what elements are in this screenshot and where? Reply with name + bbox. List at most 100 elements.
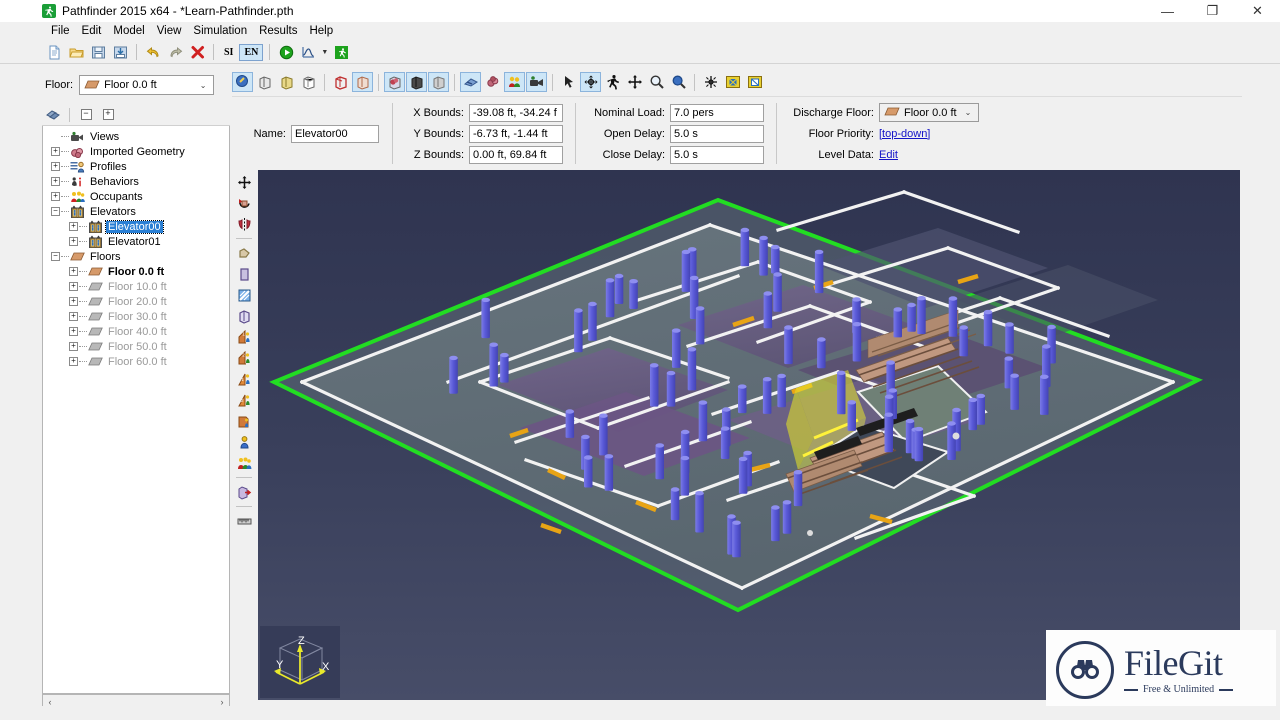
tree-node-profiles[interactable]: + Profiles bbox=[43, 159, 229, 174]
tree-node-elevator01[interactable]: + Elevator01 bbox=[43, 234, 229, 249]
add-occupant-group-icon[interactable] bbox=[234, 453, 254, 473]
scroll-right-icon[interactable]: › bbox=[215, 697, 229, 707]
measure-tool-icon[interactable] bbox=[234, 511, 254, 531]
nominal-load-input[interactable]: 7.0 pers bbox=[670, 103, 764, 122]
show-navmesh-icon[interactable] bbox=[406, 72, 427, 92]
menu-edit[interactable]: Edit bbox=[76, 24, 108, 38]
tree-expander-toggle[interactable]: + bbox=[51, 192, 60, 201]
tree-node-imported-geometry[interactable]: + Imported Geometry bbox=[43, 144, 229, 159]
draw-polygon-icon[interactable] bbox=[234, 243, 254, 263]
zoom-tool-icon[interactable] bbox=[646, 72, 667, 92]
results-3d-icon[interactable] bbox=[331, 43, 351, 62]
open-folder-icon[interactable] bbox=[66, 43, 86, 62]
tree-expander-toggle[interactable]: + bbox=[69, 267, 78, 276]
chevron-down-icon[interactable]: ⌄ bbox=[195, 81, 211, 90]
reset-view-icon[interactable] bbox=[700, 72, 721, 92]
tree-expander-toggle[interactable]: − bbox=[51, 207, 60, 216]
add-ramp-1-icon[interactable]: 1 bbox=[234, 369, 254, 389]
chevron-down-icon[interactable]: ⌄ bbox=[960, 108, 976, 117]
name-input[interactable]: Elevator00 bbox=[291, 124, 379, 143]
tree-node-elevators[interactable]: − Elevators bbox=[43, 204, 229, 219]
mirror-tool-icon[interactable] bbox=[234, 214, 254, 234]
tree-node-behaviors[interactable]: + Behaviors bbox=[43, 174, 229, 189]
menu-simulation[interactable]: Simulation bbox=[187, 24, 253, 38]
new-file-icon[interactable] bbox=[44, 43, 64, 62]
pan-tool-icon[interactable] bbox=[624, 72, 645, 92]
walk-tool-icon[interactable] bbox=[602, 72, 623, 92]
floor-selector-combo[interactable]: Floor 0.0 ft ⌄ bbox=[79, 75, 215, 95]
show-floor-icon[interactable] bbox=[428, 72, 449, 92]
tree-node-occupants[interactable]: + Occupants bbox=[43, 189, 229, 204]
tree-node-floor-40-0-ft[interactable]: + Floor 40.0 ft bbox=[43, 324, 229, 339]
tree-node-floor-10-0-ft[interactable]: + Floor 10.0 ft bbox=[43, 279, 229, 294]
tree-node-elevator00[interactable]: + Elevator00 bbox=[43, 219, 229, 234]
tree-expander-toggle[interactable]: + bbox=[51, 162, 60, 171]
show-geometry-icon[interactable] bbox=[254, 72, 275, 92]
menu-model[interactable]: Model bbox=[107, 24, 150, 38]
menu-help[interactable]: Help bbox=[303, 24, 339, 38]
restore-button[interactable]: ❐ bbox=[1190, 0, 1235, 22]
fit-selection-icon[interactable] bbox=[744, 72, 765, 92]
menu-file[interactable]: File bbox=[45, 24, 76, 38]
tree-expander-toggle[interactable]: + bbox=[51, 147, 60, 156]
zoom-region-tool-icon[interactable] bbox=[668, 72, 689, 92]
floor-priority-link[interactable]: [top-down] bbox=[879, 128, 930, 140]
x-bounds-input[interactable]: -39.08 ft, -34.24 f bbox=[469, 103, 563, 122]
rotate-tool-icon[interactable] bbox=[234, 193, 254, 213]
draw-rectangle-icon[interactable] bbox=[234, 264, 254, 284]
tree-expander-toggle[interactable]: + bbox=[69, 282, 78, 291]
show-occupants-icon[interactable] bbox=[504, 72, 525, 92]
show-edges-icon[interactable] bbox=[330, 72, 351, 92]
add-occupant-icon[interactable] bbox=[234, 432, 254, 452]
show-faces-icon[interactable] bbox=[352, 72, 373, 92]
si-units-button[interactable]: SI bbox=[220, 45, 237, 60]
english-units-button[interactable]: EN bbox=[239, 43, 264, 61]
tree-expander-toggle[interactable]: + bbox=[69, 357, 78, 366]
add-ramp-2-icon[interactable]: 2 bbox=[234, 390, 254, 410]
tree-expander-toggle[interactable]: + bbox=[69, 342, 78, 351]
tree-expander-toggle[interactable]: + bbox=[69, 222, 78, 231]
save-icon[interactable] bbox=[88, 43, 108, 62]
show-obstructions-icon[interactable] bbox=[384, 72, 405, 92]
navigator-icon[interactable] bbox=[42, 105, 64, 125]
tree-expander-toggle[interactable]: − bbox=[51, 252, 60, 261]
tree-node-floor-30-0-ft[interactable]: + Floor 30.0 ft bbox=[43, 309, 229, 324]
tree-node-floor-60-0-ft[interactable]: + Floor 60.0 ft bbox=[43, 354, 229, 369]
tree-expander-toggle[interactable]: + bbox=[69, 312, 78, 321]
redo-icon[interactable] bbox=[165, 43, 185, 62]
pointer-tool-icon[interactable] bbox=[558, 72, 579, 92]
show-views-icon[interactable] bbox=[526, 72, 547, 92]
y-bounds-input[interactable]: -6.73 ft, -1.44 ft bbox=[469, 124, 563, 143]
add-stair-1-icon[interactable]: 1 bbox=[234, 327, 254, 347]
minimize-button[interactable]: — bbox=[1145, 0, 1190, 22]
level-data-edit-link[interactable]: Edit bbox=[879, 149, 898, 161]
draw-obstruction-icon[interactable] bbox=[234, 306, 254, 326]
results-plot-icon[interactable] bbox=[298, 43, 318, 62]
dropdown-caret-icon[interactable]: ▼ bbox=[320, 43, 329, 62]
expand-all-button[interactable]: + bbox=[97, 105, 119, 125]
show-wireframe-icon[interactable] bbox=[298, 72, 319, 92]
run-simulation-icon[interactable] bbox=[276, 43, 296, 62]
show-solid-icon[interactable] bbox=[276, 72, 297, 92]
import-icon[interactable] bbox=[110, 43, 130, 62]
fit-to-view-icon[interactable] bbox=[722, 72, 743, 92]
scroll-left-icon[interactable]: ‹ bbox=[43, 697, 57, 707]
tree-node-floors[interactable]: − Floors bbox=[43, 249, 229, 264]
tree-expander-toggle[interactable]: + bbox=[69, 237, 78, 246]
discharge-floor-combo[interactable]: Floor 0.0 ft ⌄ bbox=[879, 103, 979, 122]
close-button[interactable]: ✕ bbox=[1235, 0, 1280, 22]
orbit-tool-icon[interactable] bbox=[580, 72, 601, 92]
undo-icon[interactable] bbox=[143, 43, 163, 62]
menu-results[interactable]: Results bbox=[253, 24, 303, 38]
3d-viewport[interactable]: Z Y X bbox=[258, 170, 1240, 700]
show-paths-icon[interactable] bbox=[460, 72, 481, 92]
add-exit-icon[interactable] bbox=[234, 411, 254, 431]
add-stair-2-icon[interactable]: 2 bbox=[234, 348, 254, 368]
collapse-all-button[interactable]: − bbox=[75, 105, 97, 125]
tree-node-floor-50-0-ft[interactable]: + Floor 50.0 ft bbox=[43, 339, 229, 354]
show-geometry-group-icon[interactable] bbox=[482, 72, 503, 92]
draw-door-icon[interactable] bbox=[234, 285, 254, 305]
z-bounds-input[interactable]: 0.00 ft, 69.84 ft bbox=[469, 145, 563, 164]
open-delay-input[interactable]: 5.0 s bbox=[670, 124, 764, 143]
move-tool-icon[interactable] bbox=[234, 172, 254, 192]
